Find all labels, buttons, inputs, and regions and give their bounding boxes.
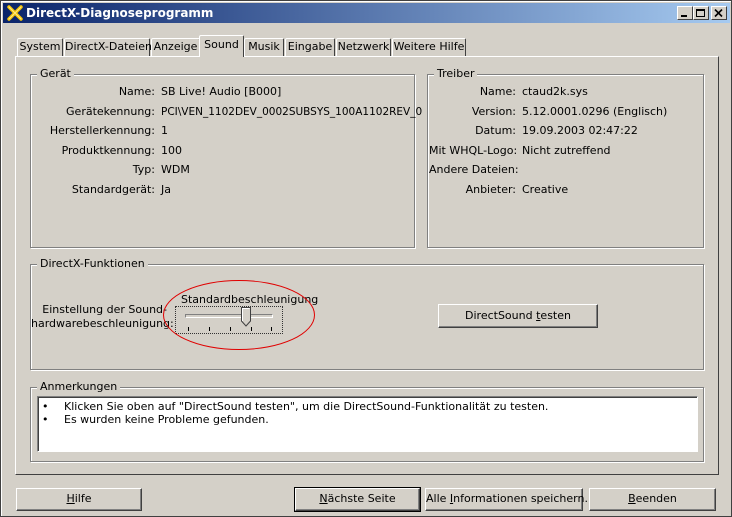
accel-label-line2: hardwarebeschleunigung: [31, 317, 174, 330]
title-bar[interactable]: DirectX-Diagnoseprogramm [3, 3, 730, 23]
button-label: Alle [426, 492, 450, 505]
tab-music[interactable]: Musik [244, 38, 284, 57]
button-label: ilfe [74, 492, 92, 505]
tab-label: Netzwerk [337, 40, 390, 53]
driver-date-value: 19.09.2003 02:47:22 [522, 124, 638, 137]
device-field-label: Typ: [132, 163, 155, 176]
accel-slider-focus [175, 306, 283, 334]
button-label: nformationen speichern... [453, 492, 595, 505]
provider-value: Creative [522, 183, 569, 196]
slider-tick [230, 327, 231, 331]
accel-slider-thumb[interactable] [241, 307, 251, 327]
tab-label: System [19, 40, 61, 53]
tab-label: Weitere Hilfe [393, 40, 465, 53]
maximize-button[interactable] [693, 6, 709, 20]
default-device-value: Ja [161, 183, 171, 196]
maximize-icon [696, 9, 705, 17]
device-field-label: Name: [118, 85, 155, 98]
tab-more-help[interactable]: Weitere Hilfe [392, 38, 466, 57]
driver-name-value: ctaud2k.sys [522, 85, 588, 98]
device-field-label: Produktkennung: [61, 144, 155, 157]
tab-label: Musik [248, 40, 280, 53]
window-title: DirectX-Diagnoseprogramm [26, 6, 214, 20]
device-field-label: Standardgerät: [71, 183, 155, 196]
help-button[interactable]: Hilfe [16, 488, 142, 511]
button-accel: N [319, 492, 328, 505]
notes-list[interactable]: • Klicken Sie oben auf "DirectSound test… [37, 396, 698, 452]
slider-tick [209, 327, 210, 331]
slider-caption: Standardbeschleunigung [181, 293, 319, 306]
close-button[interactable] [711, 6, 727, 20]
tab-label: Anzeige [153, 40, 198, 53]
exit-button[interactable]: Beenden [589, 488, 716, 511]
device-field-label: Gerätekennung: [66, 105, 155, 118]
button-accel: B [628, 492, 636, 505]
device-name-value: SB Live! Audio [B000] [161, 85, 282, 98]
note-text: Es wurden keine Probleme gefunden. [64, 413, 269, 426]
driver-field-label: Datum: [475, 124, 516, 137]
tab-label: Eingabe [287, 40, 333, 53]
next-page-button[interactable]: Nächste Seite [294, 487, 421, 512]
vendor-id-value: 1 [161, 124, 168, 137]
test-directsound-button[interactable]: DirectSound testen [438, 304, 598, 328]
button-label: eenden [635, 492, 677, 505]
device-field-label: Herstellerkennung: [49, 124, 155, 137]
driver-field-label: Andere Dateien: [429, 163, 519, 176]
driver-field-label: Name: [479, 85, 516, 98]
driver-version-value: 5.12.0001.0296 (Englisch) [522, 105, 668, 118]
button-label: ächste Seite [327, 492, 396, 505]
tab-label: DirectX-Dateien [65, 40, 152, 53]
driver-field-label: Version: [471, 105, 516, 118]
save-all-info-button[interactable]: Alle Informationen speichern... [425, 488, 595, 511]
accel-slider-track[interactable] [185, 314, 273, 318]
button-label: esten [540, 309, 571, 322]
button-accel: H [66, 492, 75, 505]
note-bullet: • [42, 400, 49, 413]
button-label: DirectSound [465, 309, 537, 322]
device-id-value: PCI\VEN_1102DEV_0002SUBSYS_100A1102REV_0 [161, 106, 423, 118]
product-id-value: 100 [161, 144, 182, 157]
driver-field-label: Mit WHQL-Logo: [429, 144, 518, 157]
tab-label: Sound [204, 38, 239, 51]
slider-tick [271, 327, 272, 331]
tab-network[interactable]: Netzwerk [336, 38, 391, 57]
dxdiag-window: DirectX-Diagnoseprogramm System DirectX-… [0, 0, 732, 517]
minimize-button[interactable] [677, 6, 693, 20]
close-icon [714, 9, 723, 18]
note-bullet: • [42, 413, 49, 426]
tab-input[interactable]: Eingabe [285, 38, 335, 57]
directx-x-icon [7, 5, 23, 21]
minimize-icon [681, 15, 687, 17]
tab-sound[interactable]: Sound [199, 35, 244, 57]
slider-tick [251, 327, 252, 331]
tab-directx-files[interactable]: DirectX-Dateien [64, 38, 152, 57]
device-type-value: WDM [161, 163, 190, 176]
slider-tick [188, 327, 189, 331]
tab-system[interactable]: System [17, 38, 63, 57]
note-text: Klicken Sie oben auf "DirectSound testen… [64, 400, 549, 413]
driver-field-label: Anbieter: [465, 183, 516, 196]
accel-label-line1: Einstellung der Sound- [42, 303, 167, 316]
whql-value: Nicht zutreffend [522, 144, 611, 157]
tab-display[interactable]: Anzeige [151, 38, 200, 57]
